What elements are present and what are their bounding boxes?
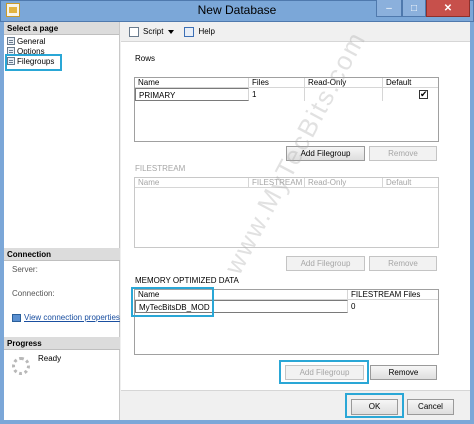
column-header: Default — [386, 78, 412, 87]
remove-filegroup-button[interactable]: Remove — [369, 146, 437, 161]
progress-heading: Progress — [4, 337, 120, 350]
add-filegroup-highlight — [279, 360, 369, 384]
add-filestream-filegroup-button[interactable]: Add Filegroup — [286, 256, 365, 271]
select-page-heading: Select a page — [4, 22, 119, 35]
progress-status: Ready — [38, 354, 62, 363]
connection-label: Connection: — [12, 289, 55, 298]
memory-filegroup-files-cell: 0 — [351, 302, 356, 311]
nav-item-general[interactable]: General — [4, 36, 119, 46]
progress-spinner-icon — [12, 357, 30, 375]
script-dropdown-icon[interactable] — [168, 29, 175, 34]
filegroups-highlight — [5, 54, 62, 71]
filegroup-files-cell: 1 — [249, 88, 305, 101]
table-row[interactable]: PRIMARY 1 — [135, 88, 438, 101]
connection-heading: Connection — [4, 248, 120, 261]
view-connection-link[interactable]: View connection properties — [24, 313, 120, 322]
toolbar: Script Help — [121, 22, 470, 42]
help-button[interactable]: Help — [198, 27, 214, 36]
minimize-button[interactable]: – — [376, 0, 402, 17]
filegroup-name-cell[interactable]: PRIMARY — [135, 88, 249, 101]
memory-optimized-section-label: MEMORY OPTIMIZED DATA — [135, 276, 239, 285]
column-header: Name — [135, 178, 249, 187]
server-label: Server: — [12, 265, 38, 274]
maximize-button[interactable]: □ — [402, 0, 426, 17]
close-button[interactable]: ✕ — [426, 0, 470, 17]
nav-item-label: General — [17, 36, 46, 46]
default-checkbox[interactable] — [419, 88, 428, 100]
column-header: Default — [386, 178, 412, 187]
cancel-button[interactable]: Cancel — [407, 399, 454, 415]
column-header: Name — [135, 78, 249, 87]
rows-grid[interactable]: Name Files Read-Only Default PRIMARY 1 — [134, 77, 439, 142]
connection-properties-icon — [12, 313, 21, 322]
column-header: Read-Only — [305, 178, 383, 187]
ok-highlight — [345, 393, 404, 418]
script-button[interactable]: Script — [143, 27, 163, 36]
help-icon — [184, 26, 195, 37]
remove-filestream-filegroup-button[interactable]: Remove — [369, 256, 437, 271]
column-header: FILESTREAM Files — [351, 290, 421, 299]
page-icon — [7, 37, 15, 45]
rows-grid-header: Name Files Read-Only Default — [135, 78, 438, 88]
script-icon — [129, 26, 139, 37]
view-connection-properties[interactable]: View connection properties — [12, 313, 120, 322]
column-header: Files — [249, 78, 305, 87]
default-cell[interactable] — [383, 88, 438, 101]
filestream-section-label: FILESTREAM — [135, 164, 186, 173]
name-cell-highlight — [131, 287, 214, 317]
rows-section-label: Rows — [135, 54, 156, 63]
remove-memory-filegroup-button[interactable]: Remove — [370, 365, 437, 380]
